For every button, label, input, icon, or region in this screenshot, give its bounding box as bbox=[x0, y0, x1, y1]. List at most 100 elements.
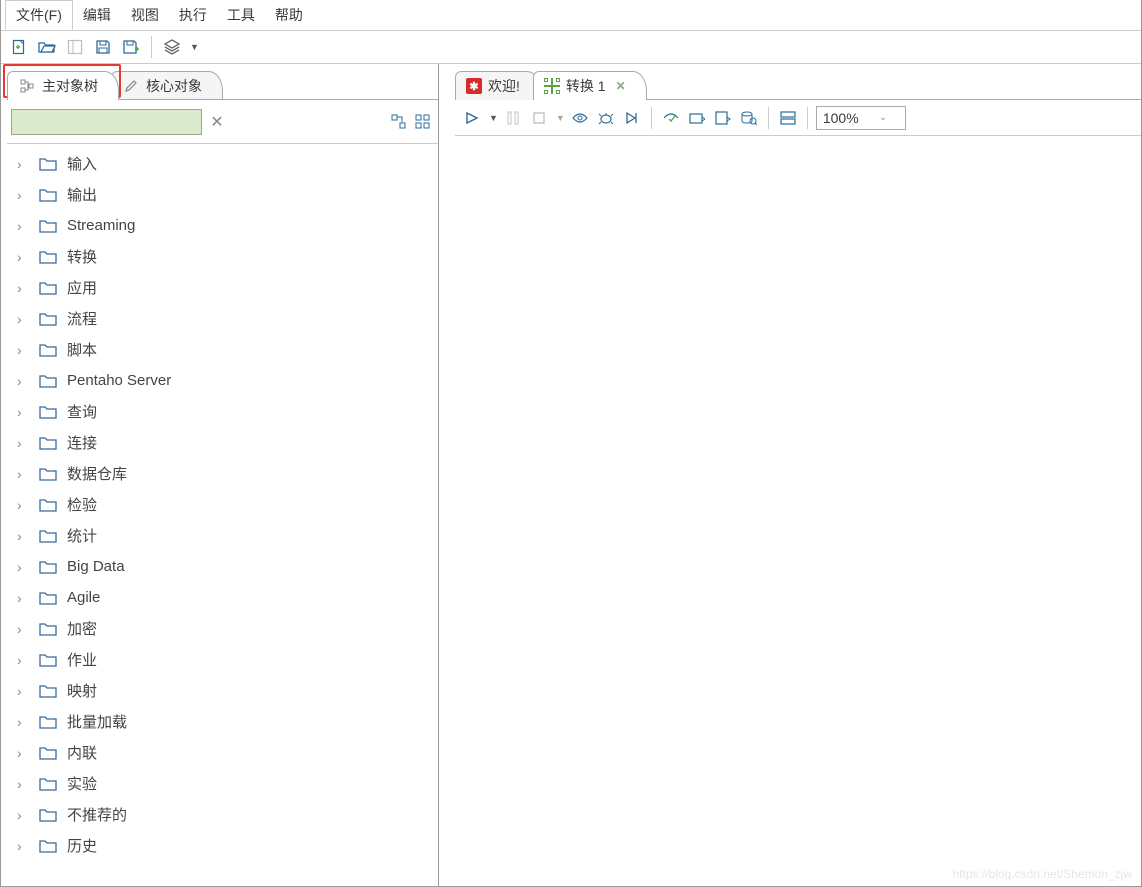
tree-item[interactable]: ›Agile bbox=[7, 582, 438, 613]
folder-icon bbox=[39, 219, 57, 233]
folder-icon bbox=[39, 498, 57, 512]
tree-item[interactable]: › Pentaho Server bbox=[7, 365, 438, 396]
pause-icon[interactable] bbox=[502, 107, 524, 129]
tree-item[interactable]: ›查询 bbox=[7, 396, 438, 427]
left-content: ✕ ›输入›输出›Streaming›转换›应用›流程›脚本›Pentaho S… bbox=[7, 99, 438, 886]
chevron-right-icon: › bbox=[17, 590, 29, 606]
canvas[interactable] bbox=[455, 136, 1141, 886]
chevron-right-icon: › bbox=[17, 187, 29, 203]
tree-item[interactable]: › Streaming bbox=[7, 210, 438, 241]
folder-icon bbox=[39, 157, 57, 171]
tree-item-label: Streaming bbox=[67, 217, 135, 234]
filter-input[interactable] bbox=[11, 109, 202, 135]
tree-item[interactable]: ›不推荐的 bbox=[7, 799, 438, 830]
layers-dropdown-icon[interactable]: ▼ bbox=[190, 42, 199, 52]
tree-item-label: 连接 bbox=[67, 432, 97, 453]
tab-core-objects[interactable]: 核心对象 bbox=[111, 71, 223, 100]
new-file-icon[interactable] bbox=[7, 35, 31, 59]
tree-item[interactable]: ›Big Data bbox=[7, 551, 438, 582]
stop-icon[interactable] bbox=[528, 107, 550, 129]
tree-item[interactable]: ›流程 bbox=[7, 303, 438, 334]
splitter[interactable] bbox=[439, 64, 449, 886]
tab-welcome[interactable]: ✱ 欢迎! bbox=[455, 71, 541, 100]
chevron-right-icon: › bbox=[17, 218, 29, 234]
tab-trans-1[interactable]: 转换 1 ✕ bbox=[533, 71, 647, 100]
explore-icon[interactable] bbox=[63, 35, 87, 59]
verify-icon[interactable] bbox=[660, 107, 682, 129]
stop-dropdown-icon[interactable]: ▼ bbox=[556, 113, 565, 123]
chevron-right-icon: › bbox=[17, 373, 29, 389]
run-toolbar: ▼ ▼ bbox=[455, 100, 1141, 136]
tree-item[interactable]: ›历史 bbox=[7, 830, 438, 861]
explore-db-icon[interactable] bbox=[738, 107, 760, 129]
chevron-right-icon: › bbox=[17, 807, 29, 823]
folder-icon bbox=[39, 560, 57, 574]
close-tab-icon[interactable]: ✕ bbox=[616, 79, 626, 93]
right-pane: ✱ 欢迎! 转换 1 ✕ ▼ bbox=[449, 64, 1141, 886]
tree-item-label: 流程 bbox=[67, 308, 97, 329]
tree-item[interactable]: › 内联 bbox=[7, 737, 438, 768]
show-results-icon[interactable] bbox=[777, 107, 799, 129]
tree-icon bbox=[18, 77, 36, 95]
tree-item[interactable]: ›实验 bbox=[7, 768, 438, 799]
clear-filter-icon[interactable]: ✕ bbox=[208, 113, 226, 131]
run-icon[interactable] bbox=[461, 107, 483, 129]
tree-item[interactable]: ›映射 bbox=[7, 675, 438, 706]
tree-item[interactable]: ›数据仓库 bbox=[7, 458, 438, 489]
expand-all-icon[interactable] bbox=[390, 113, 408, 131]
tree-item[interactable]: ›转换 bbox=[7, 241, 438, 272]
menu-edit[interactable]: 编辑 bbox=[73, 1, 121, 29]
zoom-select[interactable]: 100% ⌄ bbox=[816, 106, 906, 130]
tree-item[interactable]: › 统计 bbox=[7, 520, 438, 551]
tree-item-label: 检验 bbox=[67, 494, 97, 515]
tree-item-label: 输入 bbox=[67, 153, 97, 174]
save-as-icon[interactable] bbox=[119, 35, 143, 59]
tree-item[interactable]: ›批量加载 bbox=[7, 706, 438, 737]
sql-icon[interactable] bbox=[712, 107, 734, 129]
collapse-all-icon[interactable] bbox=[414, 113, 432, 131]
replay-icon[interactable] bbox=[621, 107, 643, 129]
chevron-right-icon: › bbox=[17, 156, 29, 172]
folder-icon bbox=[39, 622, 57, 636]
tab-main-tree[interactable]: 主对象树 bbox=[7, 71, 119, 100]
open-file-icon[interactable] bbox=[35, 35, 59, 59]
chevron-right-icon: › bbox=[17, 838, 29, 854]
tree-item[interactable]: › 输入 bbox=[7, 148, 438, 179]
tree-item-label: 加密 bbox=[67, 618, 97, 639]
save-icon[interactable] bbox=[91, 35, 115, 59]
tree-item[interactable]: ›脚本 bbox=[7, 334, 438, 365]
folder-icon bbox=[39, 529, 57, 543]
tree-item-label: 实验 bbox=[67, 773, 97, 794]
menu-tools[interactable]: 工具 bbox=[217, 1, 265, 29]
run-dropdown-icon[interactable]: ▼ bbox=[489, 113, 498, 123]
menu-execute[interactable]: 执行 bbox=[169, 1, 217, 29]
layers-icon[interactable] bbox=[160, 35, 184, 59]
tree-item-label: 内联 bbox=[67, 742, 97, 763]
tree-item[interactable]: › 检验 bbox=[7, 489, 438, 520]
menu-file[interactable]: 文件(F) bbox=[5, 0, 73, 30]
watermark: https://blog.csdn.net/Shemon_zjw bbox=[953, 867, 1132, 881]
tree-item-label: 统计 bbox=[67, 525, 97, 546]
left-tabbar: 主对象树 核心对象 bbox=[7, 70, 438, 100]
chevron-right-icon: › bbox=[17, 497, 29, 513]
folder-icon bbox=[39, 436, 57, 450]
tree-item[interactable]: ›作业 bbox=[7, 644, 438, 675]
tree-item[interactable]: ›加密 bbox=[7, 613, 438, 644]
chevron-right-icon: › bbox=[17, 466, 29, 482]
chevron-right-icon: › bbox=[17, 280, 29, 296]
impact-icon[interactable] bbox=[686, 107, 708, 129]
debug-icon[interactable] bbox=[595, 107, 617, 129]
run-toolbar-sep3 bbox=[807, 107, 808, 129]
chevron-right-icon: › bbox=[17, 528, 29, 544]
chevron-right-icon: › bbox=[17, 745, 29, 761]
tree-item-label: Pentaho Server bbox=[67, 372, 171, 389]
folder-icon bbox=[39, 653, 57, 667]
preview-icon[interactable] bbox=[569, 107, 591, 129]
menu-view[interactable]: 视图 bbox=[121, 1, 169, 29]
menu-help[interactable]: 帮助 bbox=[265, 1, 313, 29]
tree-item[interactable]: ›连接 bbox=[7, 427, 438, 458]
folder-icon bbox=[39, 374, 57, 388]
tree-item[interactable]: ›输出 bbox=[7, 179, 438, 210]
tree-item[interactable]: ›应用 bbox=[7, 272, 438, 303]
folder-icon bbox=[39, 250, 57, 264]
